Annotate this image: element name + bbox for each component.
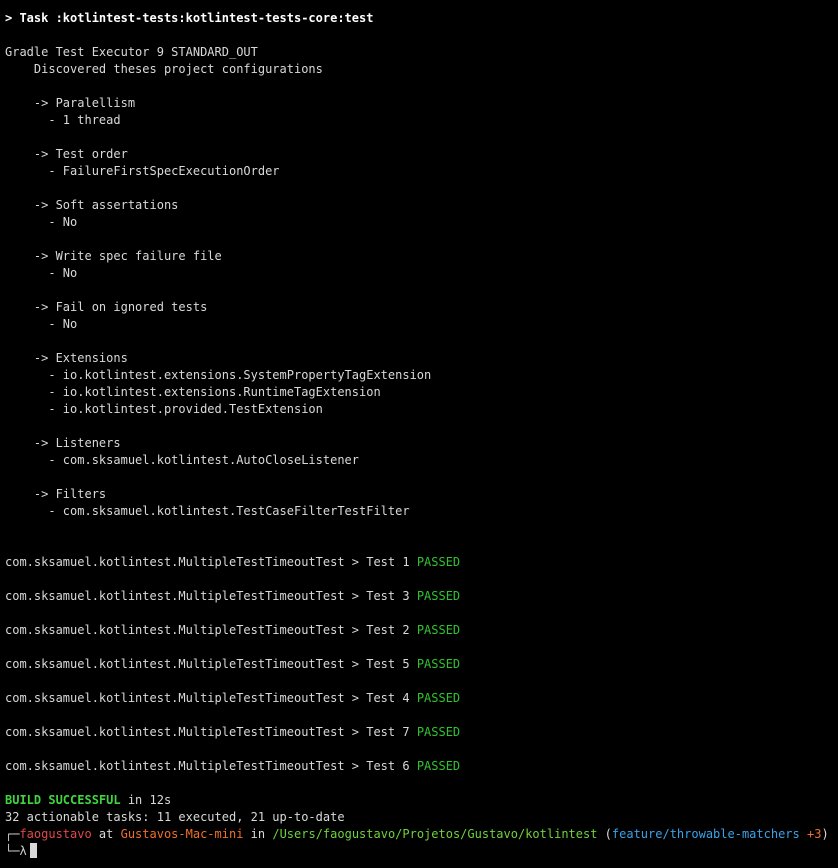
prompt-corner-bottom: └─λ (5, 844, 27, 858)
order-value: - FailureFirstSpecExecutionOrder (5, 164, 280, 178)
prompt-path: /Users/faogustavo/Projetos/Gustavo/kotli… (272, 827, 598, 841)
listeners-header: -> Listeners (5, 436, 121, 450)
prompt-branch: feature/throwable-matchers (611, 827, 800, 841)
test-status: PASSED (416, 657, 461, 671)
test-status: PASSED (416, 589, 461, 603)
filter-item: - com.sksamuel.kotlintest.TestCaseFilter… (5, 504, 410, 518)
executor-line: Gradle Test Executor 9 STANDARD_OUT (5, 45, 258, 59)
test-result-line: com.sksamuel.kotlintest.MultipleTestTime… (5, 724, 838, 741)
prompt-host: Gustavos-Mac-mini (120, 827, 244, 841)
test-status: PASSED (416, 555, 461, 569)
listener-item: - com.sksamuel.kotlintest.AutoCloseListe… (5, 453, 360, 467)
build-status-line: BUILD SUCCESSFUL in 12s (5, 792, 838, 809)
parallelism-header: -> Paralellism (5, 96, 136, 110)
extensions-header: -> Extensions (5, 351, 128, 365)
test-name: com.sksamuel.kotlintest.MultipleTestTime… (5, 589, 417, 603)
test-status: PASSED (416, 759, 461, 773)
build-summary: 32 actionable tasks: 11 executed, 21 up-… (5, 810, 345, 824)
test-status: PASSED (416, 623, 461, 637)
discovered-line: Discovered theses project configurations (5, 62, 323, 76)
terminal-window[interactable]: > Task :kotlintest-tests:kotlintest-test… (0, 0, 838, 868)
test-name: com.sksamuel.kotlintest.MultipleTestTime… (5, 725, 417, 739)
test-name: com.sksamuel.kotlintest.MultipleTestTime… (5, 691, 417, 705)
filters-header: -> Filters (5, 487, 107, 501)
shell-input-line[interactable]: └─λ (5, 843, 838, 860)
prompt-at: at (91, 827, 121, 841)
prompt-branch-open: ( (597, 827, 612, 841)
write-failure-value: - No (5, 266, 78, 280)
test-result-line: com.sksamuel.kotlintest.MultipleTestTime… (5, 758, 838, 775)
test-name: com.sksamuel.kotlintest.MultipleTestTime… (5, 555, 417, 569)
test-name: com.sksamuel.kotlintest.MultipleTestTime… (5, 657, 417, 671)
task-line: > Task :kotlintest-tests:kotlintest-test… (5, 11, 374, 25)
extension-item: - io.kotlintest.extensions.SystemPropert… (5, 368, 432, 382)
test-result-line: com.sksamuel.kotlintest.MultipleTestTime… (5, 554, 838, 571)
test-name: com.sksamuel.kotlintest.MultipleTestTime… (5, 623, 417, 637)
prompt-branch-close: ) (821, 827, 829, 841)
soft-assertions-header: -> Soft assertations (5, 198, 179, 212)
extension-item: - io.kotlintest.extensions.RuntimeTagExt… (5, 385, 381, 399)
parallelism-value: - 1 thread (5, 113, 121, 127)
test-result-line: com.sksamuel.kotlintest.MultipleTestTime… (5, 622, 838, 639)
test-result-line: com.sksamuel.kotlintest.MultipleTestTime… (5, 656, 838, 673)
test-result-line: com.sksamuel.kotlintest.MultipleTestTime… (5, 588, 838, 605)
test-result-line: com.sksamuel.kotlintest.MultipleTestTime… (5, 690, 838, 707)
text-cursor[interactable] (29, 843, 37, 858)
prompt-in: in (243, 827, 273, 841)
fail-ignored-value: - No (5, 317, 78, 331)
extension-item: - io.kotlintest.provided.TestExtension (5, 402, 323, 416)
prompt-corner-top: ┌─ (5, 827, 20, 841)
test-status: PASSED (416, 691, 461, 705)
order-header: -> Test order (5, 147, 128, 161)
shell-prompt: ┌─faogustavo at Gustavos-Mac-mini in /Us… (5, 826, 838, 843)
fail-ignored-header: -> Fail on ignored tests (5, 300, 208, 314)
prompt-user: faogustavo (19, 827, 92, 841)
prompt-dirty-count: +3 (799, 827, 822, 841)
write-failure-header: -> Write spec failure file (5, 249, 222, 263)
build-time: in 12s (120, 793, 172, 807)
soft-assertions-value: - No (5, 215, 78, 229)
build-status: BUILD SUCCESSFUL (5, 793, 121, 807)
test-name: com.sksamuel.kotlintest.MultipleTestTime… (5, 759, 417, 773)
test-status: PASSED (416, 725, 461, 739)
